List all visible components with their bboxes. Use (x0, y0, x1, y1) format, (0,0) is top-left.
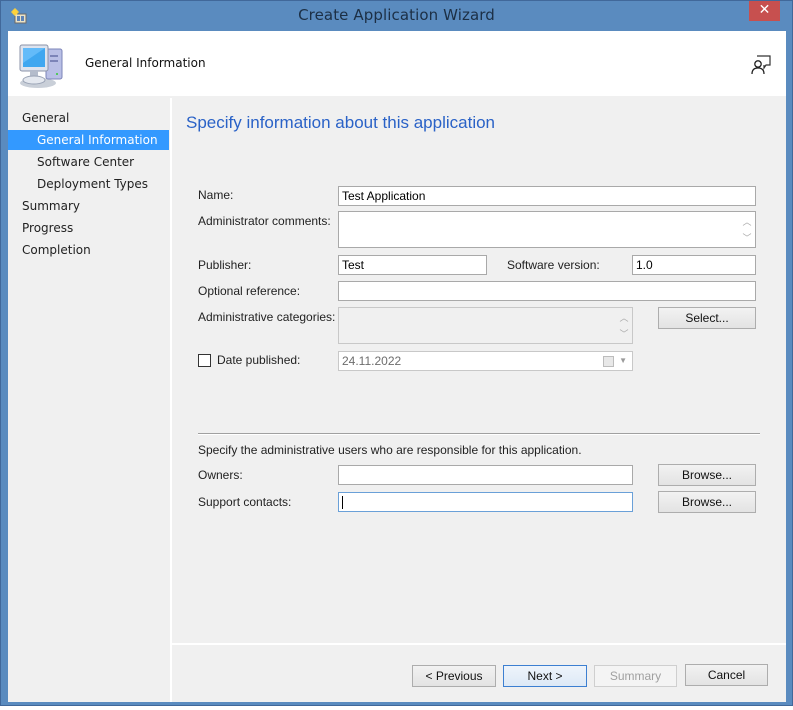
scroll-down-icon[interactable]: ﹀ (741, 230, 753, 246)
close-icon: ✕ (758, 2, 771, 18)
date-published-value: 24.11.2022 (342, 354, 402, 368)
name-label: Name: (198, 188, 234, 202)
nav-item-progress[interactable]: Progress (8, 218, 169, 238)
select-categories-button[interactable]: Select... (658, 307, 756, 329)
text-caret (342, 496, 343, 509)
support-contacts-input[interactable] (338, 492, 633, 512)
admin-categories-scrollbar: ︿ ﹀ (618, 310, 630, 342)
feedback-icon[interactable] (750, 53, 772, 75)
optional-reference-input[interactable] (338, 281, 756, 301)
software-version-label: Software version: (507, 258, 600, 272)
date-published-label: Date published: (217, 353, 301, 367)
scroll-down-icon: ﹀ (619, 329, 629, 339)
admin-comments-textarea[interactable]: ︿ ﹀ (338, 211, 756, 248)
nav-item-summary[interactable]: Summary (8, 196, 169, 216)
title-bar[interactable]: Create Application Wizard ✕ (1, 1, 792, 31)
wizard-client: General Information General General Info… (8, 31, 786, 702)
browse-owners-button[interactable]: Browse... (658, 464, 756, 486)
next-button[interactable]: Next > (503, 665, 587, 687)
publisher-value: Test (342, 258, 365, 272)
scroll-up-icon[interactable]: ︿ (741, 214, 753, 230)
page-heading: Specify information about this applicati… (186, 113, 496, 132)
users-section-description: Specify the administrative users who are… (198, 443, 582, 457)
computer-icon (19, 44, 63, 88)
scroll-up-icon: ︿ (619, 313, 629, 323)
browse-support-contacts-button[interactable]: Browse... (658, 491, 756, 513)
admin-categories-label: Administrative categories: (198, 310, 336, 324)
nav-item-deployment-types[interactable]: Deployment Types (8, 174, 169, 194)
date-published-picker: 24.11.2022 ▼ (338, 351, 633, 371)
wizard-header: General Information (8, 31, 786, 96)
main-panel: Specify information about this applicati… (171, 98, 786, 643)
publisher-label: Publisher: (198, 258, 252, 272)
close-button[interactable]: ✕ (749, 1, 780, 21)
owners-label: Owners: (198, 468, 243, 482)
window-title: Create Application Wizard (298, 6, 495, 24)
nav-item-software-center[interactable]: Software Center (8, 152, 169, 172)
date-published-checkbox[interactable] (198, 354, 211, 367)
admin-comments-scrollbar[interactable]: ︿ ﹀ (741, 214, 753, 246)
owners-input[interactable] (338, 465, 633, 485)
nav-item-general-information[interactable]: General Information (8, 130, 169, 150)
optional-reference-label: Optional reference: (198, 284, 301, 298)
wizard-window: Create Application Wizard ✕ General Info… (0, 0, 793, 706)
software-version-value: 1.0 (636, 258, 653, 272)
nav-item-completion[interactable]: Completion (8, 240, 169, 260)
calendar-icon (603, 356, 614, 367)
name-value: Test Application (342, 189, 426, 203)
chevron-down-icon: ▼ (619, 356, 627, 365)
admin-categories-list: ︿ ﹀ (338, 307, 633, 344)
section-divider (198, 433, 760, 435)
wizard-steps: General General Information Software Cen… (8, 98, 169, 702)
software-version-input[interactable]: 1.0 (632, 255, 756, 275)
admin-comments-label: Administrator comments: (198, 214, 331, 228)
summary-button: Summary (594, 665, 677, 687)
nav-item-general[interactable]: General (8, 108, 169, 128)
name-input[interactable]: Test Application (338, 186, 756, 206)
header-title: General Information (85, 56, 206, 70)
support-contacts-label: Support contacts: (198, 495, 292, 509)
footer-divider (171, 643, 786, 645)
publisher-input[interactable]: Test (338, 255, 487, 275)
previous-button[interactable]: < Previous (412, 665, 496, 687)
cancel-button[interactable]: Cancel (685, 664, 768, 686)
